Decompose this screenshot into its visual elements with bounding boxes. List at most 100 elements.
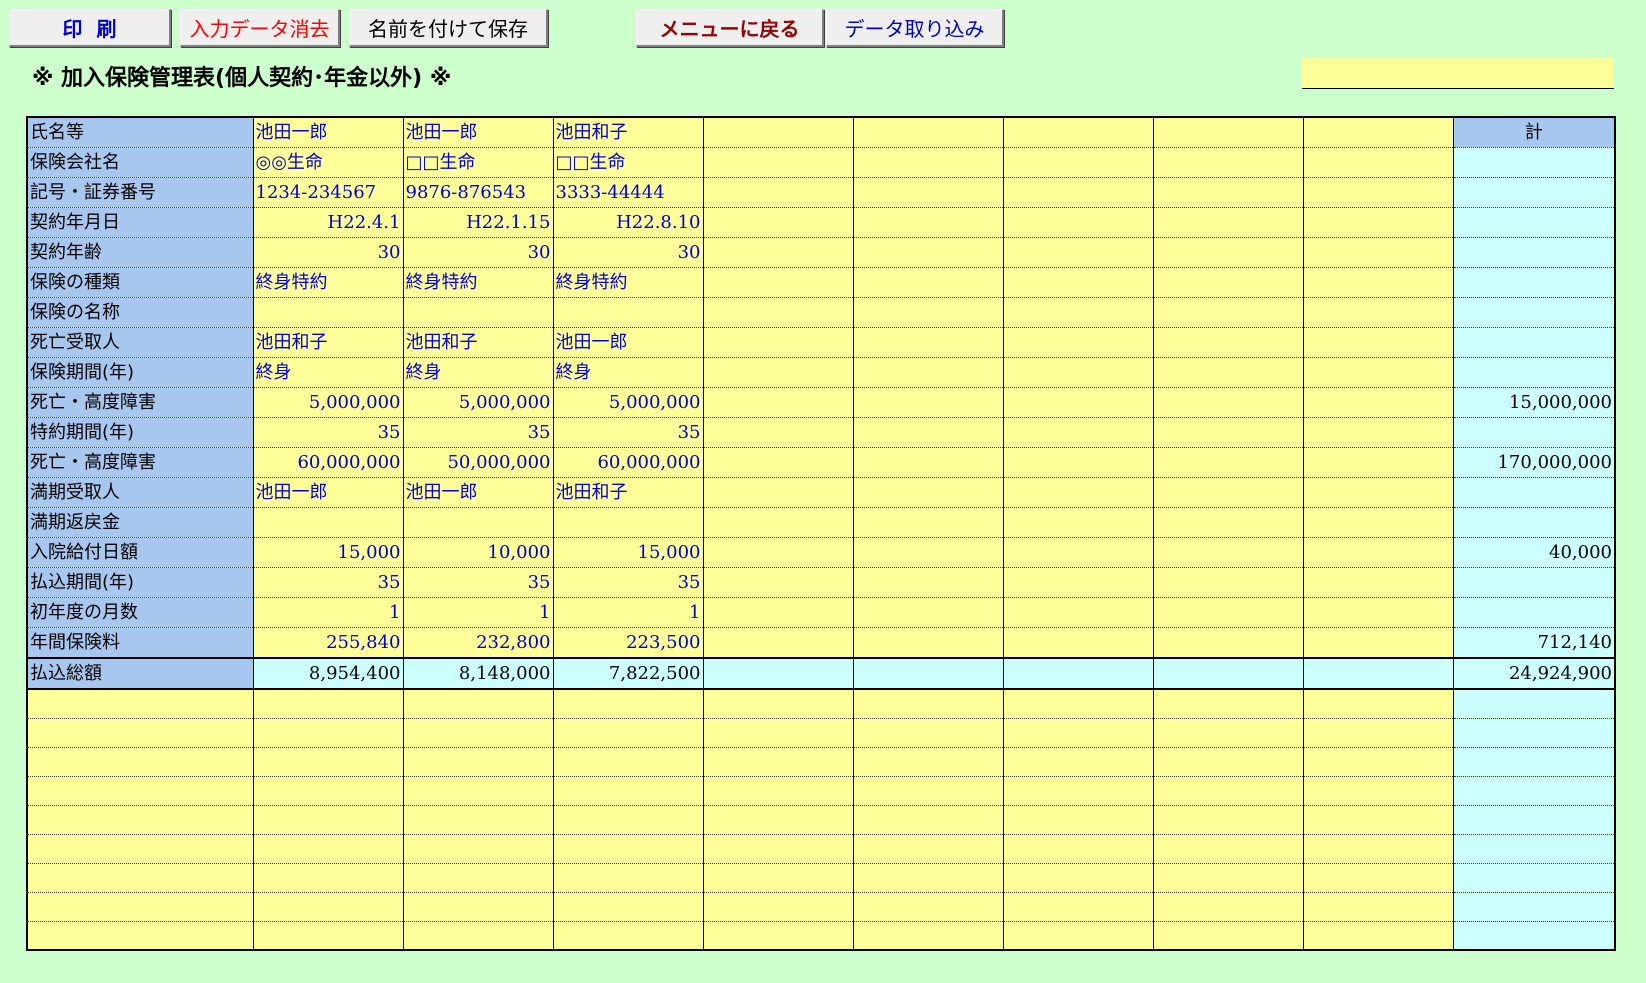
- input-cell[interactable]: [1002, 387, 1154, 418]
- input-cell[interactable]: [1152, 177, 1304, 208]
- blank-cell[interactable]: [552, 833, 704, 864]
- input-cell[interactable]: [852, 267, 1004, 298]
- input-cell[interactable]: [1302, 207, 1454, 238]
- input-cell[interactable]: 35: [402, 417, 554, 448]
- input-cell[interactable]: 池田一郎: [402, 116, 554, 148]
- blank-label-cell[interactable]: [26, 775, 254, 806]
- input-cell[interactable]: [702, 207, 854, 238]
- input-cell[interactable]: [1152, 627, 1304, 659]
- input-cell[interactable]: [1152, 237, 1304, 268]
- input-cell[interactable]: [852, 537, 1004, 568]
- blank-cell[interactable]: [702, 775, 854, 806]
- input-cell[interactable]: 255,840: [252, 627, 404, 659]
- input-cell[interactable]: [1302, 147, 1454, 178]
- blank-cell[interactable]: [702, 746, 854, 777]
- input-cell[interactable]: [852, 477, 1004, 508]
- input-cell[interactable]: [1152, 267, 1304, 298]
- input-cell[interactable]: [702, 237, 854, 268]
- input-cell[interactable]: 終身: [252, 357, 404, 388]
- blank-cell[interactable]: [1152, 775, 1304, 806]
- blank-label-cell[interactable]: [26, 746, 254, 777]
- blank-cell[interactable]: [702, 688, 854, 719]
- blank-cell[interactable]: [702, 804, 854, 835]
- input-cell[interactable]: [1302, 507, 1454, 538]
- blank-cell[interactable]: [702, 717, 854, 748]
- input-cell[interactable]: 15,000: [252, 537, 404, 568]
- input-cell[interactable]: [702, 357, 854, 388]
- input-cell[interactable]: [1002, 627, 1154, 659]
- blank-cell[interactable]: [1002, 862, 1154, 893]
- input-cell[interactable]: [552, 297, 704, 328]
- blank-cell[interactable]: [552, 920, 704, 951]
- input-cell[interactable]: [702, 447, 854, 478]
- blank-cell[interactable]: [852, 833, 1004, 864]
- input-cell[interactable]: 1234-234567: [252, 177, 404, 208]
- input-cell[interactable]: [1002, 507, 1154, 538]
- input-cell[interactable]: [1152, 417, 1304, 448]
- input-cell[interactable]: [1002, 267, 1154, 298]
- input-cell[interactable]: [402, 507, 554, 538]
- input-cell[interactable]: [1152, 477, 1304, 508]
- input-cell[interactable]: 30: [252, 237, 404, 268]
- input-cell[interactable]: [1302, 627, 1454, 659]
- blank-label-cell[interactable]: [26, 688, 254, 719]
- blank-cell[interactable]: [402, 920, 554, 951]
- input-cell[interactable]: [852, 447, 1004, 478]
- input-cell[interactable]: [852, 327, 1004, 358]
- input-cell[interactable]: [702, 507, 854, 538]
- input-cell[interactable]: [1302, 237, 1454, 268]
- save-as-button[interactable]: 名前を付けて保存: [349, 9, 548, 47]
- input-cell[interactable]: □□生命: [402, 147, 554, 178]
- input-cell[interactable]: 池田一郎: [252, 116, 404, 148]
- blank-cell[interactable]: [852, 804, 1004, 835]
- input-cell[interactable]: 35: [252, 417, 404, 448]
- input-cell[interactable]: [852, 417, 1004, 448]
- input-cell[interactable]: [702, 267, 854, 298]
- blank-cell[interactable]: [402, 688, 554, 719]
- blank-label-cell[interactable]: [26, 833, 254, 864]
- input-cell[interactable]: [1152, 357, 1304, 388]
- blank-cell[interactable]: [402, 717, 554, 748]
- blank-cell[interactable]: [1302, 862, 1454, 893]
- input-cell[interactable]: [1002, 477, 1154, 508]
- input-cell[interactable]: [702, 597, 854, 628]
- input-cell[interactable]: 池田和子: [552, 116, 704, 148]
- blank-cell[interactable]: [552, 775, 704, 806]
- input-cell[interactable]: 池田一郎: [252, 477, 404, 508]
- print-button[interactable]: 印刷: [9, 9, 171, 47]
- input-cell[interactable]: [1002, 357, 1154, 388]
- input-cell[interactable]: H22.4.1: [252, 207, 404, 238]
- blank-cell[interactable]: [1302, 688, 1454, 719]
- blank-cell[interactable]: [852, 920, 1004, 951]
- input-cell[interactable]: 35: [552, 417, 704, 448]
- blank-cell[interactable]: [1152, 862, 1304, 893]
- input-cell[interactable]: [1002, 116, 1154, 148]
- input-cell[interactable]: [1002, 327, 1154, 358]
- import-data-button[interactable]: データ取り込み: [826, 9, 1004, 47]
- input-cell[interactable]: [852, 627, 1004, 659]
- input-cell[interactable]: 223,500: [552, 627, 704, 659]
- input-cell[interactable]: [1152, 567, 1304, 598]
- blank-cell[interactable]: [1152, 688, 1304, 719]
- input-cell[interactable]: [552, 507, 704, 538]
- input-cell[interactable]: [852, 116, 1004, 148]
- input-cell[interactable]: H22.8.10: [552, 207, 704, 238]
- input-cell[interactable]: [1302, 116, 1454, 148]
- input-cell[interactable]: [1302, 477, 1454, 508]
- input-cell[interactable]: 15,000: [552, 537, 704, 568]
- input-cell[interactable]: [852, 597, 1004, 628]
- input-cell[interactable]: 35: [552, 567, 704, 598]
- blank-cell[interactable]: [1152, 746, 1304, 777]
- blank-cell[interactable]: [1302, 920, 1454, 951]
- blank-cell[interactable]: [1002, 891, 1154, 922]
- blank-cell[interactable]: [702, 862, 854, 893]
- input-cell[interactable]: [702, 537, 854, 568]
- blank-cell[interactable]: [402, 862, 554, 893]
- input-cell[interactable]: [252, 297, 404, 328]
- input-cell[interactable]: [852, 567, 1004, 598]
- input-cell[interactable]: 池田和子: [552, 477, 704, 508]
- input-cell[interactable]: [1302, 537, 1454, 568]
- clear-input-button[interactable]: 入力データ消去: [180, 9, 340, 47]
- blank-cell[interactable]: [252, 891, 404, 922]
- blank-label-cell[interactable]: [26, 891, 254, 922]
